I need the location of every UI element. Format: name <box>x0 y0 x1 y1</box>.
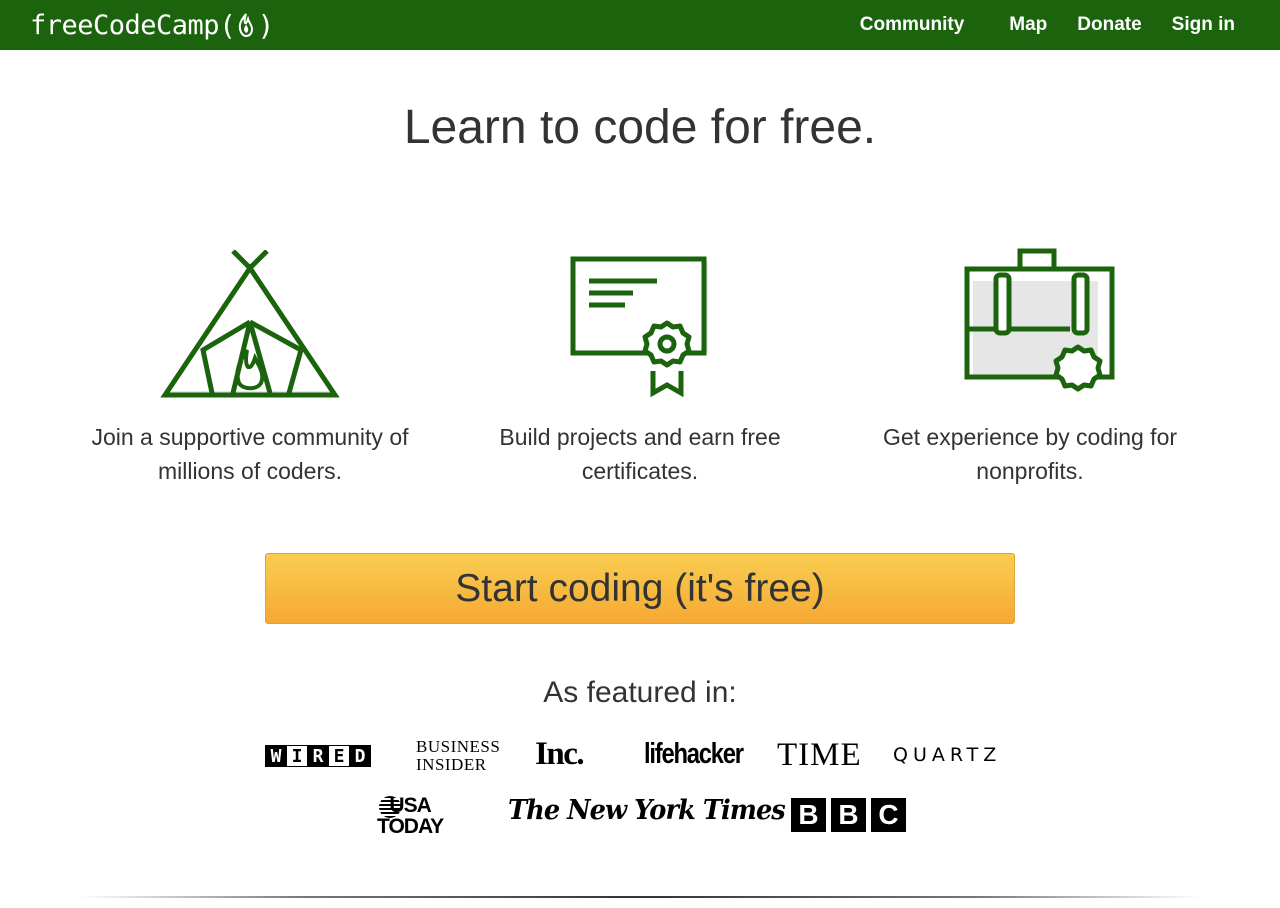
nyt-logo: The New York Times <box>508 795 786 826</box>
usa-today-logo: USA TODAY <box>377 794 444 838</box>
footer-divider <box>80 896 1200 898</box>
logo-text: freeCodeCamp <box>30 9 220 41</box>
logo-open-paren: ( <box>219 8 236 42</box>
bbc-letter: C <box>871 798 906 832</box>
briefcase-icon <box>964 248 1115 392</box>
freecodecamp-logo[interactable]: freeCodeCamp( ) <box>30 4 274 46</box>
wired-letter: R <box>307 745 329 767</box>
bi-line-2: INSIDER <box>416 755 487 774</box>
feature-nonprofits: Get experience by coding for nonprofits. <box>840 235 1220 488</box>
feature-certificates: Build projects and earn free certificate… <box>450 235 830 488</box>
nav-link-map[interactable]: Map <box>1009 14 1047 36</box>
wired-letter: W <box>265 745 287 767</box>
usa-line-1: USA <box>389 794 431 817</box>
feature-community: Join a supportive community of millions … <box>60 235 440 488</box>
feature-caption: Get experience by coding for nonprofits. <box>882 424 1178 484</box>
flame-icon <box>239 13 254 38</box>
bi-line-1: BUSINESS <box>416 737 501 756</box>
featured-heading: As featured in: <box>543 676 737 709</box>
start-coding-button[interactable]: Start coding (it's free) <box>265 553 1015 624</box>
logo-close-paren: ) <box>257 8 274 42</box>
page-title: Learn to code for free. <box>403 101 877 154</box>
wired-letter: D <box>349 745 371 767</box>
nav-links: Community Map Donate Sign in <box>830 0 1235 50</box>
nav-link-community[interactable]: Community <box>860 14 965 36</box>
usa-line-2: TODAY <box>377 815 444 838</box>
wired-logo: W I R E D <box>265 745 371 767</box>
business-insider-logo: BUSINESS INSIDER <box>416 738 500 774</box>
bbc-letter: B <box>791 798 826 832</box>
certificate-icon <box>570 256 708 398</box>
wired-letter: E <box>328 745 350 767</box>
time-logo: TIME <box>777 737 862 773</box>
nav-link-donate[interactable]: Donate <box>1077 14 1141 36</box>
bbc-logo: B B C <box>791 798 911 832</box>
feature-caption: Build projects and earn free certificate… <box>499 424 781 484</box>
wired-letter: I <box>286 745 308 767</box>
campfire-tent-icon <box>160 250 340 398</box>
nav-link-sign-in[interactable]: Sign in <box>1172 14 1235 36</box>
feature-caption: Join a supportive community of millions … <box>91 424 409 484</box>
top-nav: freeCodeCamp( ) Community Map Donate Sig… <box>0 0 1280 50</box>
lifehacker-logo: lifehacker <box>644 738 744 770</box>
quartz-logo: QUARTZ <box>893 744 1002 766</box>
inc-logo: Inc. <box>535 736 585 772</box>
bbc-letter: B <box>831 798 866 832</box>
